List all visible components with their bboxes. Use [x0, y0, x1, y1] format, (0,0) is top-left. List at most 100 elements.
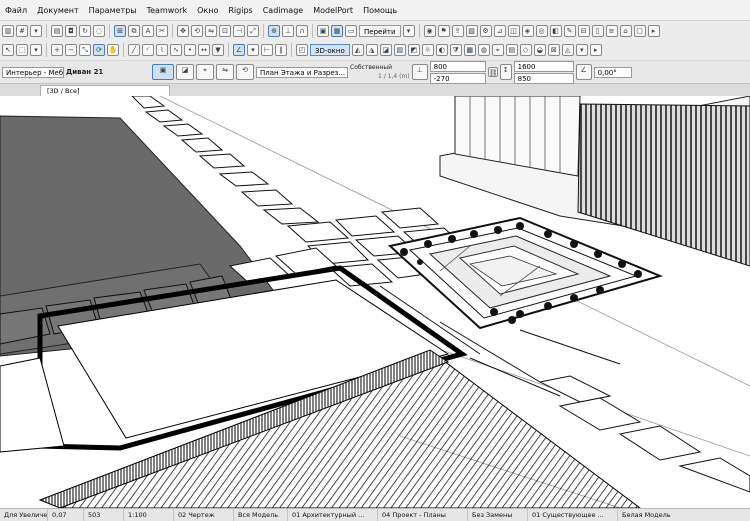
polyline-icon[interactable]: ⌇	[156, 44, 168, 56]
mvo-select[interactable]: 04 Проект - Планы	[378, 509, 468, 521]
model-view-select[interactable]: Вся Модель	[234, 509, 288, 521]
library-icon[interactable]: ▤	[505, 44, 518, 56]
angle-icon[interactable]: ∠	[575, 64, 592, 80]
menu-options[interactable]: Параметры	[84, 6, 142, 15]
cursor-icon[interactable]: ⌖	[491, 44, 504, 56]
pen-set-select[interactable]: 01 Архитектурный ...	[288, 509, 378, 521]
mirror-object-icon[interactable]: ⇋	[216, 64, 234, 80]
dim-d-field[interactable]: 850	[513, 72, 574, 84]
copy-icon[interactable]: ⧉	[128, 24, 140, 37]
zoom-out-icon[interactable]: −	[65, 44, 77, 56]
style-icon[interactable]: ◩	[407, 44, 420, 56]
angle-field[interactable]: 0,00°	[593, 66, 632, 78]
hotspot-icon[interactable]: •	[184, 44, 196, 56]
menu-window[interactable]: Окно	[192, 6, 223, 15]
hatch-icon[interactable]: ▨	[393, 44, 406, 56]
dim-b-field[interactable]: -270	[429, 72, 486, 84]
refresh-icon[interactable]: ↻	[79, 24, 91, 37]
object-icon[interactable]: ◇	[519, 44, 532, 56]
dropdown-icon[interactable]: ▾	[575, 44, 588, 56]
3d-window-button[interactable]: 3D-окно	[310, 44, 350, 56]
dropdown-icon[interactable]: ▾	[30, 24, 42, 37]
orbit-icon[interactable]: ⟳	[93, 44, 105, 56]
dim-a-field[interactable]: 800	[429, 60, 486, 72]
pan-icon[interactable]: ✋	[107, 44, 119, 56]
dropdown-icon[interactable]: ▾	[30, 44, 42, 56]
menu-file[interactable]: Файл	[0, 6, 32, 15]
pen-icon[interactable]: ✎	[563, 24, 576, 37]
arrow-icon[interactable]: ↖	[2, 44, 14, 56]
shadow-icon[interactable]: ◐	[435, 44, 448, 56]
camera-icon[interactable]: ◎	[535, 24, 548, 37]
menu-teamwork[interactable]: Teamwork	[142, 6, 193, 15]
surface-select[interactable]: Белая Модель	[618, 509, 700, 521]
chain-icon[interactable]: ⛓	[487, 67, 498, 77]
spline-icon[interactable]: ∿	[170, 44, 182, 56]
rotate-object-icon[interactable]: ⟲	[236, 64, 254, 80]
offset-icon[interactable]: ⊡	[219, 24, 231, 37]
level-icon[interactable]: ▼	[212, 44, 224, 56]
layout-icon[interactable]: ▦	[331, 24, 343, 37]
section-icon[interactable]: ⊟	[577, 24, 590, 37]
window-icon[interactable]: ▭	[345, 24, 357, 37]
angle-icon[interactable]: ∠	[233, 44, 245, 56]
menu-help[interactable]: Помощь	[358, 6, 402, 15]
navigator-icon[interactable]: ◰	[296, 44, 308, 56]
rotate-icon[interactable]: ⟲	[191, 24, 203, 37]
move-icon[interactable]: ✥	[177, 24, 189, 37]
marquee-icon[interactable]: ⬚	[16, 44, 28, 56]
zone-icon[interactable]: ▢	[633, 24, 646, 37]
layer-icon[interactable]: ▤	[51, 24, 63, 37]
more-icon[interactable]: ▸	[647, 24, 660, 37]
elevation-icon[interactable]: ⊥	[411, 64, 428, 80]
wall-tool-icon[interactable]: ▥	[2, 24, 14, 37]
axon-icon[interactable]: ◮	[365, 44, 378, 56]
stair-icon[interactable]: ≡	[605, 24, 618, 37]
dimension-icon[interactable]: ↔	[198, 44, 210, 56]
render-icon[interactable]: ◈	[521, 24, 534, 37]
lock-icon[interactable]: ◘	[65, 24, 77, 37]
view-mode-select[interactable]: План Этажа и Разрез...	[256, 66, 348, 78]
guide-icon[interactable]: ⊥	[282, 24, 294, 37]
filter-icon[interactable]: ⧩	[449, 44, 462, 56]
perspective-icon[interactable]: ◭	[351, 44, 364, 56]
3d-viewport[interactable]	[0, 95, 750, 509]
stretch-icon[interactable]: ⤢	[247, 24, 259, 37]
go-to-button[interactable]: Перейти	[359, 24, 401, 37]
fit-icon[interactable]: ⤡	[79, 44, 91, 56]
size-icon[interactable]: ↕	[499, 64, 512, 80]
dropdown-icon[interactable]: ▾	[247, 44, 259, 56]
dim-c-field[interactable]: 1600	[513, 60, 574, 72]
trim-icon[interactable]: ✂	[156, 24, 168, 37]
select-icon[interactable]: ⊞	[114, 24, 126, 37]
sun-icon[interactable]: ☼	[421, 44, 434, 56]
dropdown-icon[interactable]: ▾	[402, 24, 415, 37]
cutaway-icon[interactable]: ◪	[379, 44, 392, 56]
settings-icon[interactable]: ⚙	[479, 24, 492, 37]
door-icon[interactable]: ▯	[591, 24, 604, 37]
more-icon[interactable]: ▸	[589, 44, 602, 56]
bulb-icon[interactable]: ◉	[423, 24, 436, 37]
split-icon[interactable]: ⊣	[233, 24, 245, 37]
arc-icon[interactable]: ◜	[142, 44, 154, 56]
layer-combination-select[interactable]: 02 Чертеж	[174, 509, 234, 521]
roof-icon[interactable]: ⌂	[619, 24, 632, 37]
lamp-icon[interactable]: ◒	[533, 44, 546, 56]
scale-select[interactable]: 1:100	[124, 509, 174, 521]
ortho-icon[interactable]: ⊢	[261, 44, 273, 56]
cube-icon[interactable]: ◫	[507, 24, 520, 37]
marker-icon[interactable]: ◬	[561, 44, 574, 56]
renovation-filter-select[interactable]: Без Замены	[468, 509, 528, 521]
layer-select[interactable]: Интерьер - Мебель	[2, 66, 64, 78]
parallel-icon[interactable]: ∥	[275, 44, 287, 56]
hide-icon[interactable]: ◌	[93, 24, 105, 37]
publish-icon[interactable]: ⇪	[451, 24, 464, 37]
label-icon[interactable]: ⊠	[547, 44, 560, 56]
menu-document[interactable]: Документ	[32, 6, 84, 15]
magnet-icon[interactable]: ∩	[296, 24, 308, 37]
plot-icon[interactable]: ▧	[465, 24, 478, 37]
snap-icon[interactable]: ⊕	[268, 24, 280, 37]
text-tool-icon[interactable]: A	[142, 24, 154, 37]
measure-icon[interactable]: ⊿	[493, 24, 506, 37]
fill-icon[interactable]: ◧	[549, 24, 562, 37]
